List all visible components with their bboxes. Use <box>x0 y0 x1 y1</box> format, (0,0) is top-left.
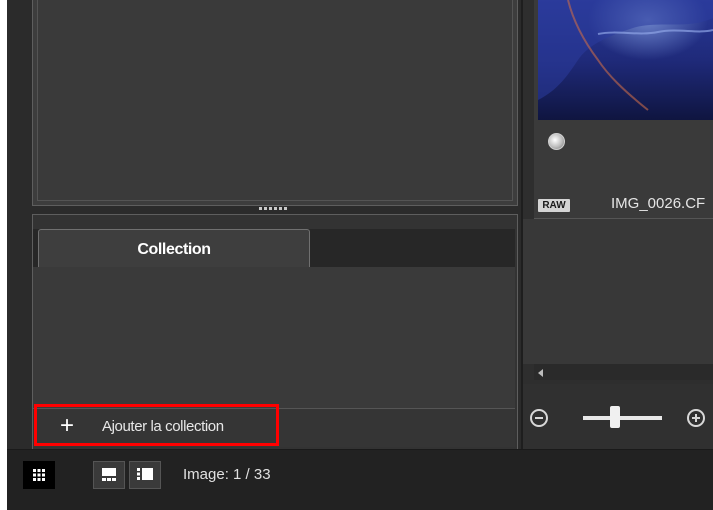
zoom-out-icon[interactable] <box>530 409 548 427</box>
compare-view-icon <box>137 468 153 480</box>
compare-view-button[interactable] <box>129 461 161 489</box>
filmstrip-view-icon <box>102 468 116 481</box>
filmstrip-view-button[interactable] <box>93 461 125 489</box>
zoom-in-icon[interactable] <box>687 409 705 427</box>
plus-icon: + <box>60 412 75 439</box>
grid-view-button[interactable] <box>23 461 55 489</box>
rating-circle-icon[interactable] <box>548 133 565 150</box>
scroll-left-icon[interactable] <box>538 369 543 377</box>
zoom-slider-track[interactable] <box>583 416 662 420</box>
horizontal-scrollbar[interactable] <box>534 364 713 380</box>
collection-list <box>33 267 515 409</box>
upper-panel-content <box>37 0 513 201</box>
grid-view-icon <box>33 469 45 481</box>
tab-collection[interactable]: Collection <box>38 229 310 267</box>
panel-resize-handle[interactable] <box>259 207 293 213</box>
thumbnail-image-detail <box>538 0 713 111</box>
raw-badge: RAW <box>538 199 570 212</box>
image-count: Image: 1 / 33 <box>183 466 271 483</box>
app-window: Collection + Ajouter la collection RAW I… <box>7 0 713 510</box>
thumbnail-grid-empty <box>523 219 713 364</box>
zoom-slider-handle[interactable] <box>610 406 620 428</box>
add-collection-label: Ajouter la collection <box>102 418 224 435</box>
thumbnail-filename: IMG_0026.CF <box>611 195 706 212</box>
